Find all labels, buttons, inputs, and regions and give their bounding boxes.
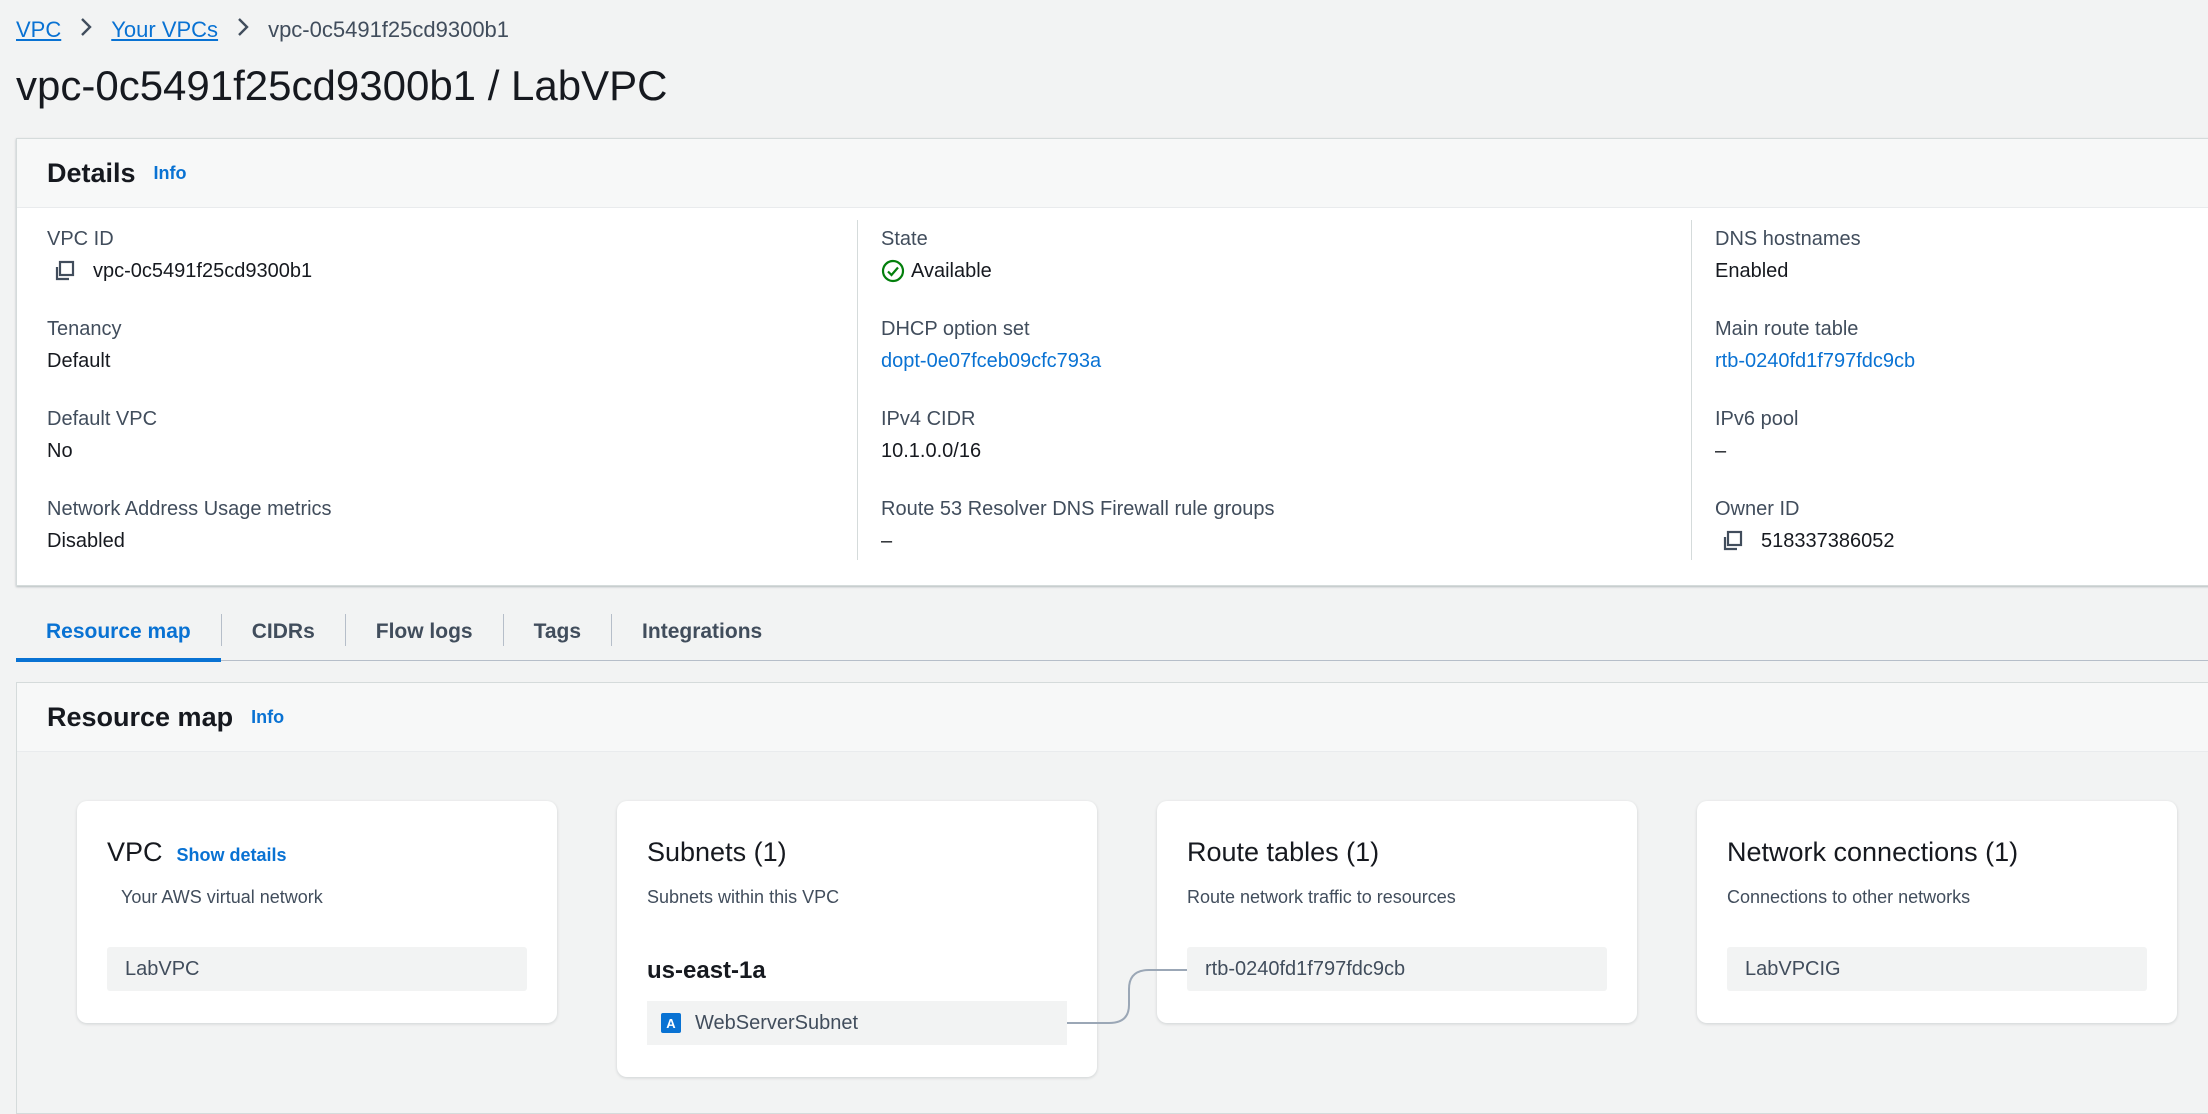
tab-resource-map[interactable]: Resource map [16,620,221,662]
ipv6-pool-field: IPv6 pool – [1715,406,1798,464]
tenancy-field: Tenancy Default [47,316,122,374]
vpc-card-subtitle: Your AWS virtual network [121,887,323,907]
state-value-row: Available [881,258,992,284]
state-label: State [881,228,928,250]
main-route-table-link[interactable]: rtb-0240fd1f797fdc9cb [1715,348,1915,374]
show-details-link[interactable]: Show details [177,845,287,866]
r53-value: – [881,530,893,552]
vpc-item[interactable]: LabVPC [107,947,527,991]
ipv4-value: 10.1.0.0/16 [881,440,982,462]
tab-tags[interactable]: Tags [504,620,611,660]
breadcrumb: VPC Your VPCs vpc-0c5491f25cd9300b1 [16,16,509,44]
subnets-card-title: Subnets (1) [647,837,787,867]
resource-map-info-link[interactable]: Info [251,707,284,728]
nau-metrics-label: Network Address Usage metrics [47,498,332,520]
copy-icon[interactable] [1721,530,1743,552]
breadcrumb-vpc-link[interactable]: VPC [16,17,61,43]
breadcrumb-current: vpc-0c5491f25cd9300b1 [268,17,510,42]
r53-label: Route 53 Resolver DNS Firewall rule grou… [881,498,1275,520]
network-connection-item[interactable]: LabVPCIG [1727,947,2147,991]
details-column-2: State Available DHCP option set dopt-0e0… [881,208,1681,568]
vpc-id-value-row: vpc-0c5491f25cd9300b1 [47,258,312,284]
resource-map-panel: Resource map Info VPC Show details Your … [16,682,2208,1114]
vpc-id-value: vpc-0c5491f25cd9300b1 [93,260,313,282]
dns-hostnames-value: Enabled [1715,260,1789,282]
default-vpc-field: Default VPC No [47,406,157,464]
details-panel: Details Info VPC ID vpc-0c5491f25cd9300b… [16,138,2208,586]
copy-icon[interactable] [53,260,75,282]
dns-hostnames-label: DNS hostnames [1715,228,1861,250]
vpc-card: VPC Show details Your AWS virtual networ… [77,801,557,1023]
owner-id-label: Owner ID [1715,498,1800,520]
chevron-right-icon [79,16,93,44]
ipv6-pool-value: – [1715,440,1727,462]
r53-field: Route 53 Resolver DNS Firewall rule grou… [881,496,1275,554]
subnet-item[interactable]: A WebServerSubnet [647,1001,1067,1045]
check-circle-icon [881,259,905,283]
tenancy-value: Default [47,350,111,372]
owner-id-value: 518337386052 [1761,530,1895,552]
details-grid: VPC ID vpc-0c5491f25cd9300b1 Tenancy Def… [17,208,2208,585]
vpc-id-field: VPC ID vpc-0c5491f25cd9300b1 [47,226,312,284]
main-route-table-field: Main route table rtb-0240fd1f797fdc9cb [1715,316,1915,374]
details-title: Details [47,157,136,188]
details-header: Details Info [17,139,2208,208]
chevron-right-icon [236,16,250,44]
nau-metrics-value: Disabled [47,530,125,552]
subnets-card-subtitle: Subnets within this VPC [647,887,840,907]
ipv4-field: IPv4 CIDR 10.1.0.0/16 [881,406,981,464]
state-value: Available [911,260,992,282]
availability-zone-label: us-east-1a [647,957,766,984]
tenancy-label: Tenancy [47,318,122,340]
network-connections-card: Network connections (1) Connections to o… [1697,801,2177,1023]
resource-map-header: Resource map Info [17,683,2208,752]
subnets-card: Subnets (1) Subnets within this VPC us-e… [617,801,1097,1077]
vpc-card-title-row: VPC Show details [107,837,287,868]
resource-map-title: Resource map [47,701,234,732]
owner-id-field: Owner ID 518337386052 [1715,496,1894,554]
subnet-item-label: WebServerSubnet [695,1011,859,1034]
route-tables-card-subtitle: Route network traffic to resources [1187,887,1456,907]
vpc-id-label: VPC ID [47,228,114,250]
breadcrumb-your-vpcs-link[interactable]: Your VPCs [111,17,218,43]
ipv4-label: IPv4 CIDR [881,408,976,430]
state-field: State Available [881,226,992,284]
column-divider [1691,220,1692,560]
default-vpc-value: No [47,440,73,462]
tab-integrations[interactable]: Integrations [612,620,792,660]
nau-metrics-field: Network Address Usage metrics Disabled [47,496,332,554]
dhcp-option-set-link[interactable]: dopt-0e07fceb09cfc793a [881,348,1101,374]
dhcp-field: DHCP option set dopt-0e07fceb09cfc793a [881,316,1101,374]
vpc-card-title: VPC [107,837,163,867]
page-title: vpc-0c5491f25cd9300b1 / LabVPC [16,62,668,109]
route-tables-card: Route tables (1) Route network traffic t… [1157,801,1637,1023]
details-column-1: VPC ID vpc-0c5491f25cd9300b1 Tenancy Def… [47,208,847,568]
details-column-3: DNS hostnames Enabled Main route table r… [1715,208,2208,568]
main-route-table-label: Main route table [1715,318,1859,340]
route-table-item[interactable]: rtb-0240fd1f797fdc9cb [1187,947,1607,991]
route-tables-card-title: Route tables (1) [1187,837,1380,867]
tab-cidrs[interactable]: CIDRs [222,620,345,660]
network-connections-card-title: Network connections (1) [1727,837,2019,867]
dhcp-label: DHCP option set [881,318,1030,340]
details-info-link[interactable]: Info [154,163,187,184]
az-badge-icon: A [661,1013,681,1033]
dns-hostnames-field: DNS hostnames Enabled [1715,226,1861,284]
ipv6-pool-label: IPv6 pool [1715,408,1799,430]
column-divider [857,220,858,560]
default-vpc-label: Default VPC [47,408,158,430]
owner-id-value-row: 518337386052 [1715,528,1894,554]
tab-flow-logs[interactable]: Flow logs [346,620,503,660]
network-connections-card-subtitle: Connections to other networks [1727,887,1971,907]
tab-bar: Resource map CIDRs Flow logs Tags Integr… [16,606,2208,662]
